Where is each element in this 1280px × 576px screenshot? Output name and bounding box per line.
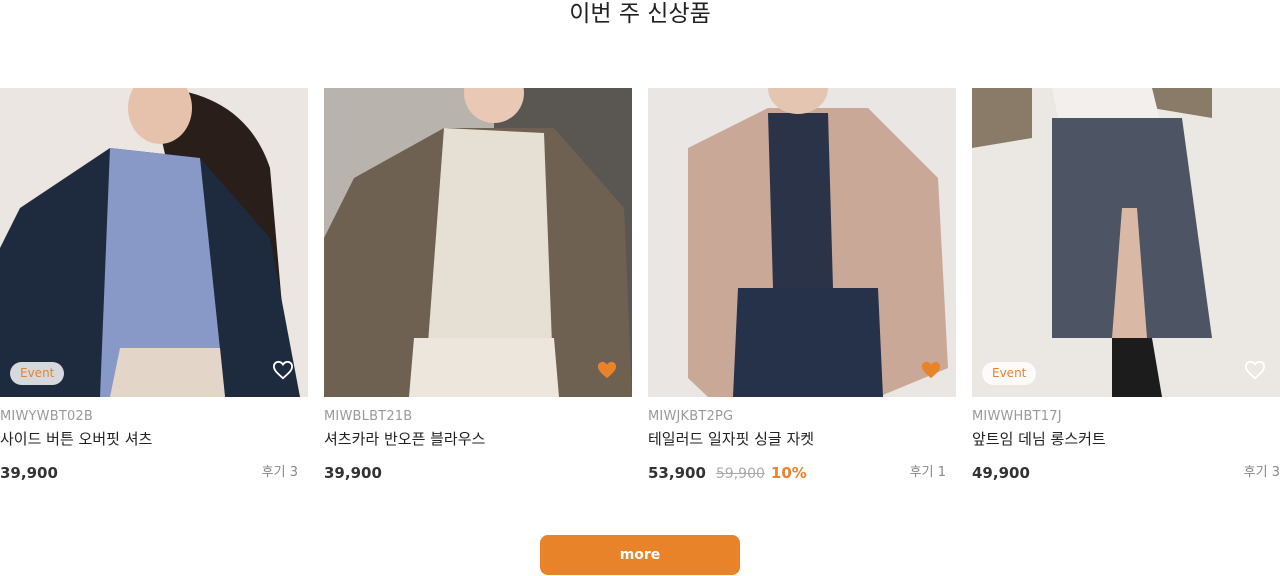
discount-rate: 10% <box>770 464 807 482</box>
heart-outline-icon[interactable] <box>1244 360 1266 380</box>
price-row: 49,900 후기 3 <box>972 462 1280 484</box>
heart-filled-icon[interactable] <box>920 360 942 380</box>
product-price: 39,900 <box>324 464 382 482</box>
heart-outline-icon[interactable] <box>272 360 294 380</box>
product-price: 53,900 <box>648 464 706 482</box>
product-card[interactable]: Event MIWWHBT17J 앞트임 데님 롱스커트 49,900 후기 3 <box>972 88 1280 484</box>
event-badge: Event <box>982 362 1037 385</box>
product-image[interactable] <box>324 88 632 397</box>
product-code: MIWYWBT02B <box>0 409 94 424</box>
review-count: 후기 3 <box>1243 465 1280 480</box>
product-price: 39,900 <box>0 464 58 482</box>
more-button[interactable]: more <box>540 535 740 575</box>
review-count: 후기 1 <box>909 465 946 480</box>
product-name[interactable]: 셔츠카라 반오픈 블라우스 <box>324 429 632 449</box>
product-code: MIWWHBT17J <box>972 409 1062 424</box>
section-title: 이번 주 신상품 <box>569 1 711 27</box>
product-name[interactable]: 사이드 버튼 오버핏 셔츠 <box>0 429 308 449</box>
product-photo <box>324 88 632 397</box>
product-photo <box>648 88 956 397</box>
product-code: MIWJKBT2PG <box>648 409 734 424</box>
product-code: MIWBLBT21B <box>324 409 413 424</box>
product-card[interactable]: MIWBLBT21B 셔츠카라 반오픈 블라우스 39,900 <box>324 88 632 484</box>
price-row: 39,900 <box>324 462 632 484</box>
product-card[interactable]: MIWJKBT2PG 테일러드 일자핏 싱글 자켓 53,900 59,900 10… <box>648 88 956 484</box>
product-image[interactable]: Event <box>972 88 1280 397</box>
product-name[interactable]: 앞트임 데님 롱스커트 <box>972 429 1280 449</box>
event-badge: Event <box>10 362 65 385</box>
heart-filled-icon[interactable] <box>596 360 618 380</box>
review-count: 후기 3 <box>261 465 298 480</box>
product-image[interactable]: Event <box>0 88 308 397</box>
product-photo <box>0 88 308 397</box>
product-price: 49,900 <box>972 464 1030 482</box>
product-card[interactable]: Event MIWYWBT02B 사이드 버튼 오버핏 셔츠 39,900 후기… <box>0 88 308 484</box>
product-name[interactable]: 테일러드 일자핏 싱글 자켓 <box>648 429 956 449</box>
product-photo <box>972 88 1280 397</box>
price-row: 53,900 59,900 10% 후기 1 <box>648 462 956 484</box>
original-price: 59,900 <box>715 466 765 482</box>
price-row: 39,900 후기 3 <box>0 462 308 484</box>
product-grid: Event MIWYWBT02B 사이드 버튼 오버핏 셔츠 39,900 후기… <box>0 88 1280 488</box>
product-image[interactable] <box>648 88 956 397</box>
